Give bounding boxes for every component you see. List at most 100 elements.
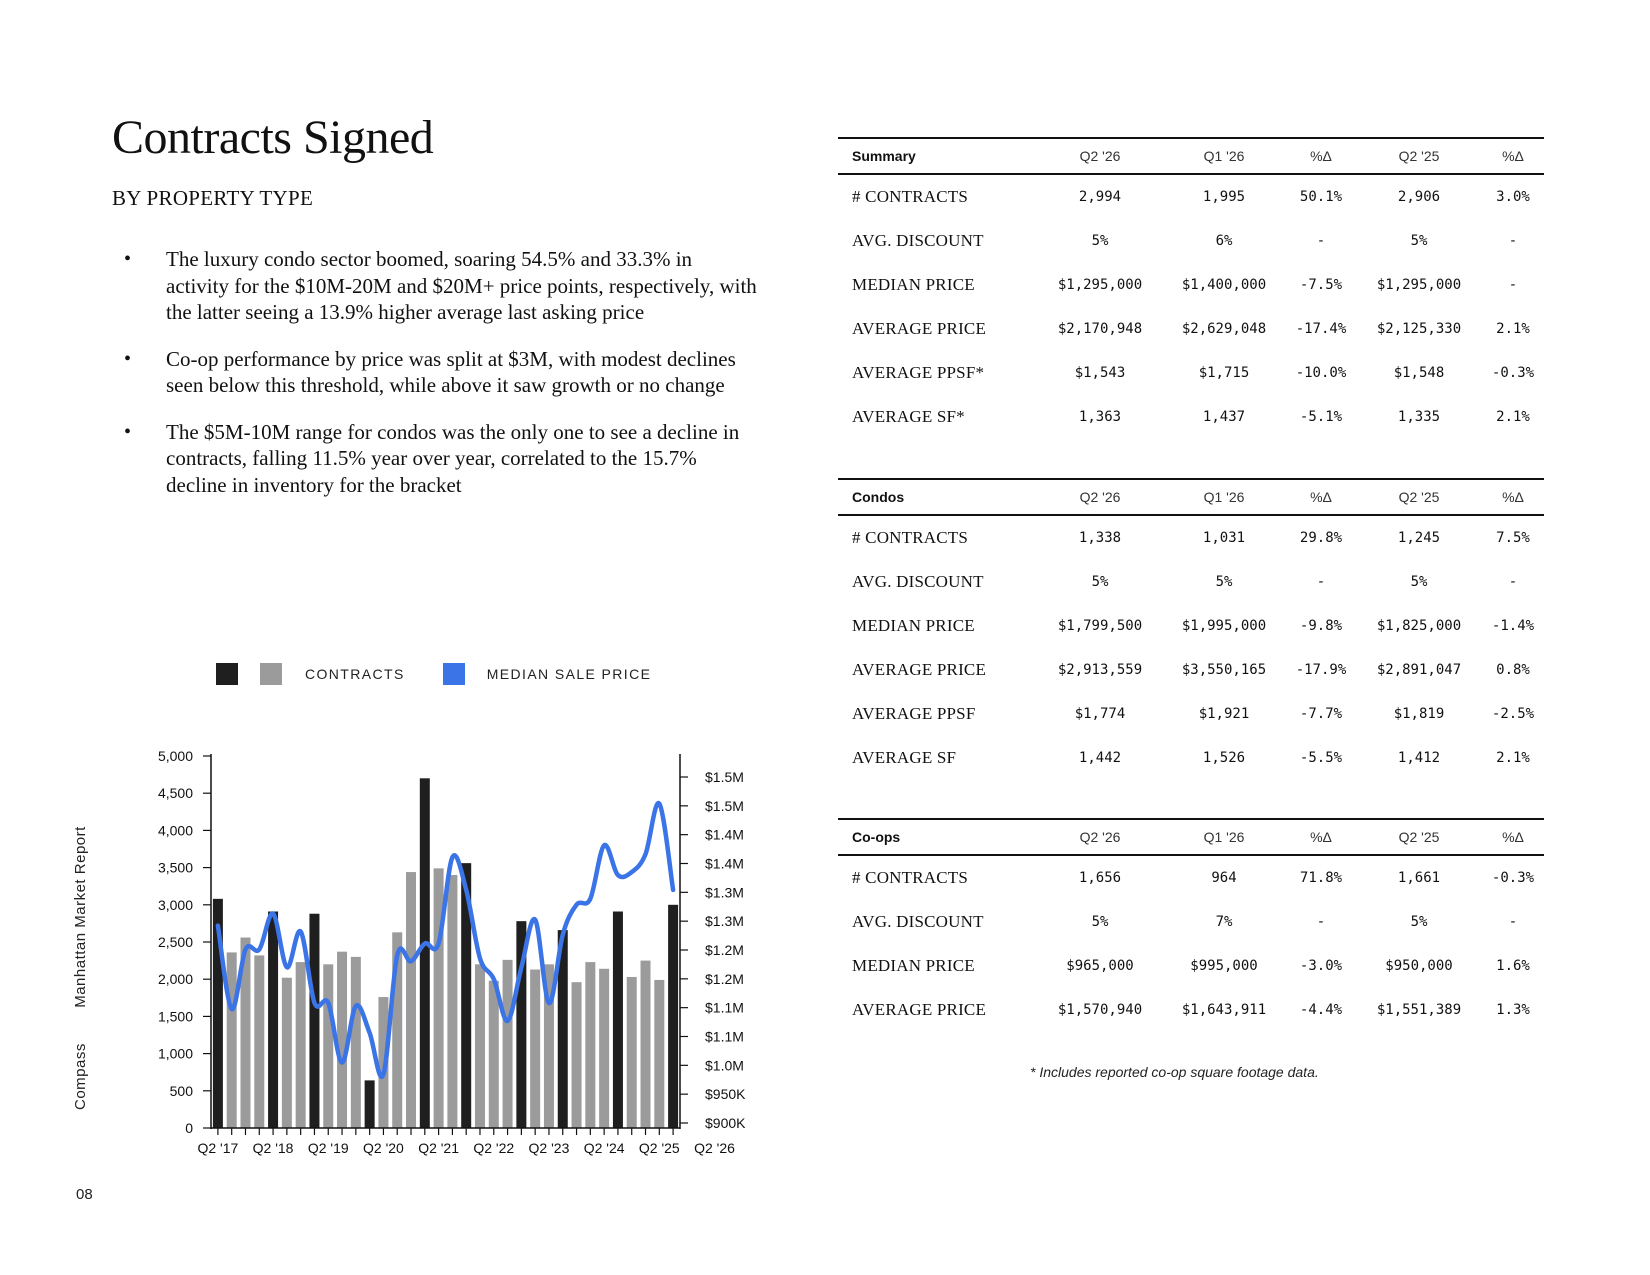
table-row: AVERAGE SF* 1,363 1,437 -5.1% 1,335 2.1% [838, 395, 1544, 439]
x-axis-label: Q2 '26 [694, 1140, 735, 1156]
column-header: %Δ [1482, 137, 1544, 175]
x-axis-label: Q2 '25 [639, 1140, 680, 1156]
column-header: Q2 '25 [1356, 818, 1482, 856]
left-axis-label: 4,500 [158, 785, 193, 801]
right-axis-label: $1.1M [705, 1000, 744, 1016]
table-title: Co-ops [838, 818, 1038, 856]
table-row: AVERAGE PPSF* $1,543 $1,715 -10.0% $1,548 -0.… [838, 351, 1544, 395]
row-label: AVERAGE PRICE [852, 319, 987, 338]
table-row: AVG. DISCOUNT 5% 5% - 5% - [838, 560, 1544, 604]
row-label: AVG. DISCOUNT [852, 912, 984, 931]
right-axis-label: $1.2M [705, 942, 744, 958]
column-header: %Δ [1482, 818, 1544, 856]
x-axis-label: Q2 '18 [253, 1140, 294, 1156]
left-axis-label: 3,500 [158, 860, 193, 876]
row-label: AVG. DISCOUNT [852, 231, 984, 250]
cell: 2.1% [1496, 321, 1530, 337]
left-axis-label: 2,000 [158, 971, 193, 987]
cell: -4.4% [1299, 1002, 1343, 1018]
cell: 1,656 [1078, 870, 1122, 886]
table-row: # CONTRACTS 1,338 1,031 29.8% 1,245 7.5% [838, 515, 1544, 560]
cell: 5% [1410, 914, 1428, 930]
cell: $1,400,000 [1181, 277, 1267, 293]
cell: - [1508, 574, 1518, 590]
cell: 50.1% [1299, 189, 1343, 205]
side-brand: Compass [72, 1043, 89, 1110]
cell: 0.8% [1496, 662, 1530, 678]
cell: $1,548 [1393, 365, 1445, 381]
row-label: AVERAGE SF* [852, 407, 965, 426]
cell: -7.7% [1299, 706, 1343, 722]
cell: $1,295,000 [1376, 277, 1462, 293]
left-axis-label: 1,000 [158, 1046, 193, 1062]
cell: $3,550,165 [1181, 662, 1267, 678]
cell: $2,629,048 [1181, 321, 1267, 337]
cell: -5.5% [1299, 750, 1343, 766]
chart-bar [433, 868, 444, 1128]
chart-bar [488, 980, 499, 1128]
column-header: %Δ [1286, 478, 1356, 516]
cell: 5% [1215, 574, 1233, 590]
row-label: AVERAGE PPSF* [852, 363, 985, 382]
table-title: Condos [838, 478, 1038, 516]
chart-bar [530, 969, 541, 1128]
x-axis-label: Q2 '17 [197, 1140, 238, 1156]
cell: 5% [1410, 574, 1428, 590]
column-header: Q2 '26 [1038, 137, 1162, 175]
cell: 1,995 [1202, 189, 1246, 205]
cell: 3.0% [1496, 189, 1530, 205]
cell: - [1508, 233, 1518, 249]
chart-bar [668, 904, 679, 1128]
cell: 2,906 [1397, 189, 1441, 205]
cell: $1,643,911 [1181, 1002, 1267, 1018]
condos-table: Condos Q2 '26 Q1 '26 %Δ Q2 '25 %Δ # CONT… [838, 478, 1544, 780]
left-axis-label: 5,000 [158, 748, 193, 764]
cell: 2.1% [1496, 750, 1530, 766]
column-header: Q1 '26 [1162, 137, 1286, 175]
chart-bar [309, 913, 320, 1128]
x-axis-label: Q2 '19 [308, 1140, 349, 1156]
table-row: AVG. DISCOUNT 5% 7% - 5% - [838, 900, 1544, 944]
right-axis-label: $1.4M [705, 827, 744, 843]
column-header: %Δ [1286, 818, 1356, 856]
right-axis-label: $900K [705, 1115, 746, 1131]
right-axis-label: $1.1M [705, 1029, 744, 1045]
cell: 1.3% [1496, 1002, 1530, 1018]
column-header: %Δ [1482, 478, 1544, 516]
left-axis-label: 3,000 [158, 897, 193, 913]
chart-bar [612, 911, 623, 1128]
left-axis-label: 0 [185, 1120, 193, 1136]
cell: -1.4% [1491, 618, 1535, 634]
cell: $1,295,000 [1057, 277, 1143, 293]
cell: 7% [1215, 914, 1233, 930]
cell: -0.3% [1491, 365, 1535, 381]
right-axis-label: $1.4M [705, 856, 744, 872]
table-row: MEDIAN PRICE $1,295,000 $1,400,000 -7.5% $1,… [838, 263, 1544, 307]
chart-bar [350, 956, 361, 1128]
cell: 1,437 [1202, 409, 1246, 425]
left-axis-label: 1,500 [158, 1008, 193, 1024]
row-label: AVG. DISCOUNT [852, 572, 984, 591]
column-header: Q2 '26 [1038, 478, 1162, 516]
chart-bar [337, 951, 348, 1128]
chart-bar [599, 968, 610, 1128]
right-axis-label: $950K [705, 1086, 746, 1102]
chart-bar [571, 982, 582, 1128]
row-label: # CONTRACTS [852, 868, 969, 887]
cell: 1.6% [1496, 958, 1530, 974]
table-row: AVERAGE SF 1,442 1,526 -5.5% 1,412 2.1% [838, 736, 1544, 780]
table-row: MEDIAN PRICE $965,000 $995,000 -3.0% $950,00… [838, 944, 1544, 988]
chart-bar [406, 872, 417, 1128]
x-axis-label: Q2 '20 [363, 1140, 404, 1156]
cell: $1,995,000 [1181, 618, 1267, 634]
row-label: # CONTRACTS [852, 528, 969, 547]
x-axis-label: Q2 '22 [473, 1140, 514, 1156]
cell: 2.1% [1496, 409, 1530, 425]
table-header-row: Condos Q2 '26 Q1 '26 %Δ Q2 '25 %Δ [838, 478, 1544, 516]
cell: 1,031 [1202, 530, 1246, 546]
table-row: AVERAGE PPSF $1,774 $1,921 -7.7% $1,819 -2.5% [838, 692, 1544, 736]
chart-bar [640, 960, 651, 1128]
cell: 964 [1211, 870, 1237, 886]
table-row: # CONTRACTS 2,994 1,995 50.1% 2,906 3.0% [838, 174, 1544, 219]
cell: $1,921 [1198, 706, 1250, 722]
